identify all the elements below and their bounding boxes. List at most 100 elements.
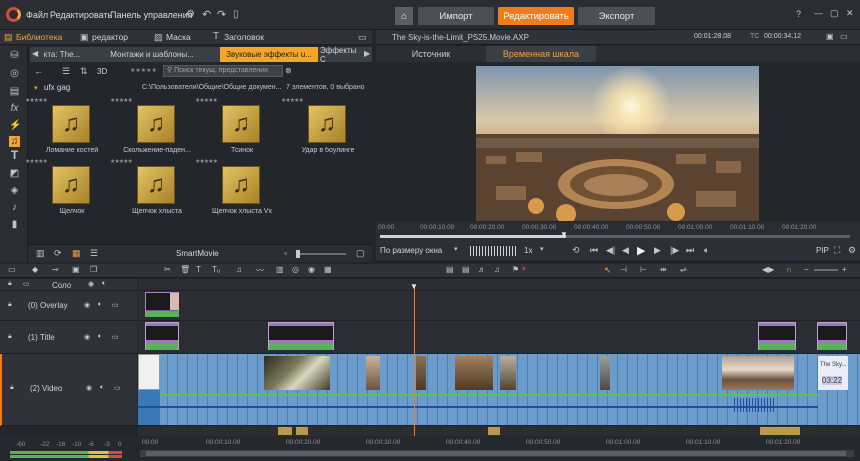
clip-thumbnail[interactable] xyxy=(416,356,426,390)
timeline-zoom-slider[interactable] xyxy=(814,269,838,271)
sound-item[interactable]: ★★★★★ ♫ Тсинок xyxy=(195,97,280,167)
fullscreen-preview-icon[interactable]: ⛶ xyxy=(834,245,840,256)
clip-thumbnail[interactable] xyxy=(500,356,516,390)
fit-timeline-icon[interactable]: ◀▶ xyxy=(762,265,774,274)
marker-block[interactable] xyxy=(488,427,500,435)
transitions-icon[interactable]: ⚡ xyxy=(9,120,21,131)
title-clip[interactable] xyxy=(758,322,796,350)
audio-tool-icon[interactable]: ♫ xyxy=(236,265,242,274)
speed-select[interactable]: 1x xyxy=(524,246,532,255)
rating-stars[interactable]: ★★★★★ xyxy=(281,97,304,104)
mode-import-button[interactable]: Импорт xyxy=(418,7,494,25)
overlay-icon[interactable]: ▦ xyxy=(324,265,332,274)
speed-icon[interactable]: ◉ xyxy=(308,265,315,274)
search-input[interactable]: ⚲ Поиск текущ. представления xyxy=(163,65,283,77)
eye-icon[interactable]: ◉ xyxy=(88,280,94,288)
eye-icon[interactable]: ◉ xyxy=(84,301,90,309)
marker-block[interactable] xyxy=(296,427,308,435)
grid-view-icon[interactable]: ▦ xyxy=(72,248,81,259)
waveform-icon[interactable]: 〰 xyxy=(256,265,264,276)
category-tab-sound-effects[interactable]: Звуковые эффекты u... xyxy=(220,47,318,62)
category-tab-montages[interactable]: Монтажи и шаблоны... xyxy=(86,47,218,62)
storyboard-icon[interactable]: ▣ xyxy=(72,265,80,274)
ruler-icon[interactable]: ▮ xyxy=(9,219,20,230)
rating-stars[interactable]: ★★★★★ xyxy=(110,158,133,165)
speaker-icon[interactable]: 🔈︎ xyxy=(100,384,104,392)
audio-duck-icon[interactable]: ♬ xyxy=(478,265,486,274)
collections-icon[interactable]: ▤ xyxy=(9,86,20,97)
track-name[interactable]: (0) Overlay xyxy=(28,301,68,310)
audio-icon[interactable]: ♪ xyxy=(9,202,20,213)
playhead-icon[interactable]: ▼ xyxy=(410,282,418,291)
close-icon[interactable]: ✕ xyxy=(846,8,854,19)
tab-source[interactable]: Источник xyxy=(376,46,486,62)
tab-editor[interactable]: редактор xyxy=(92,32,128,42)
video-preview[interactable] xyxy=(476,66,759,221)
rating-stars[interactable]: ★★★★★ xyxy=(195,97,218,104)
forward-icon[interactable]: ▶ xyxy=(654,245,661,256)
redo-icon[interactable]: ↷ xyxy=(217,8,226,21)
scrollbar-thumb[interactable] xyxy=(146,451,846,456)
folder-icon[interactable]: ▥ xyxy=(36,248,45,259)
eye-icon[interactable]: ◉ xyxy=(86,384,92,392)
track-toggle-icon[interactable]: ▭ xyxy=(23,280,30,288)
rating-stars[interactable]: ★★★★★ xyxy=(25,158,48,165)
track-name[interactable]: (2) Video xyxy=(30,384,62,393)
playhead-icon[interactable]: ▼ xyxy=(560,230,568,239)
menu-edit[interactable]: Редактировать xyxy=(50,10,112,20)
layers-icon[interactable]: ◈ xyxy=(9,185,20,196)
razor-icon[interactable]: ✂ xyxy=(164,265,171,274)
next-frame-icon[interactable]: |▶ xyxy=(670,245,679,256)
trim-icon[interactable]: ⊣ xyxy=(620,265,627,274)
view-3d-button[interactable]: 3D xyxy=(97,67,107,76)
sort-arrow-icon[interactable]: ▾ xyxy=(34,84,38,92)
lock-icon[interactable]: 🔒︎ xyxy=(8,301,12,309)
loop-icon[interactable]: ⟲ xyxy=(572,245,580,256)
snap-icon[interactable]: ⊸ xyxy=(52,265,59,274)
zoom-in-timeline-icon[interactable]: + xyxy=(842,265,847,274)
marker-flag-icon[interactable]: ⚑ xyxy=(512,265,519,274)
zoom-out-icon[interactable]: ▫ xyxy=(284,248,287,258)
speaker-icon[interactable]: 🔈︎ xyxy=(98,333,102,341)
montage-icon[interactable]: ◩ xyxy=(9,168,20,179)
monitor-icon[interactable]: ▭ xyxy=(112,333,119,341)
thumb-size-slider[interactable] xyxy=(296,250,346,258)
pip-button[interactable]: PIP xyxy=(816,246,829,255)
ripple-icon[interactable]: ⊢ xyxy=(640,265,647,274)
timeline-scrollbar[interactable] xyxy=(140,450,854,457)
category-tab-themes[interactable]: кта: The... xyxy=(40,47,84,62)
category-tab-effects[interactable]: Эффекты С xyxy=(320,46,364,64)
motion-icon[interactable]: ◎ xyxy=(292,265,299,274)
sound-item[interactable]: ★★★★★ ♫ Ломание костей xyxy=(25,97,110,167)
rating-filter-stars[interactable]: ★★★★★ xyxy=(130,67,157,74)
marker-block[interactable] xyxy=(760,427,800,435)
rating-stars[interactable]: ★★★★★ xyxy=(195,158,218,165)
detach-icon[interactable]: ▭ xyxy=(840,32,848,41)
clip-thumbnail[interactable] xyxy=(264,356,330,390)
rewind-icon[interactable]: ◀ xyxy=(622,245,629,256)
sync-icon[interactable]: ⟳ xyxy=(54,248,62,259)
chevron-down-icon[interactable]: ▾ xyxy=(540,245,544,253)
titles-icon[interactable]: T xyxy=(9,149,20,161)
solo-label[interactable]: Соло xyxy=(52,281,71,290)
clear-search-icon[interactable]: ⊗ xyxy=(285,66,292,75)
marker-block[interactable] xyxy=(278,427,292,435)
effects-icon[interactable]: fx xyxy=(9,103,20,114)
sound-item[interactable]: ★★★★★ ♫ Скольжение-паден... xyxy=(110,97,195,167)
list-view-icon[interactable]: ☰ xyxy=(62,66,70,77)
fit-dropdown[interactable]: По размеру окна xyxy=(380,246,442,255)
slip-icon[interactable]: ⇹ xyxy=(660,265,667,274)
back-icon[interactable]: ← xyxy=(34,66,43,76)
lock-icon[interactable]: 🔒︎ xyxy=(8,280,12,288)
scene-icon[interactable]: ▤ xyxy=(446,265,454,274)
clip-thumbnail[interactable] xyxy=(455,356,493,390)
projects-icon[interactable]: ◎ xyxy=(9,68,20,79)
help-icon[interactable]: ? xyxy=(796,9,801,19)
undo-icon[interactable]: ↶ xyxy=(202,8,211,21)
mixer-icon[interactable]: ▥ xyxy=(276,265,284,274)
home-icon[interactable]: ⌂ xyxy=(395,7,413,25)
minimize-icon[interactable]: — xyxy=(814,8,823,18)
tab-library[interactable]: Библиотека xyxy=(16,32,62,42)
lock-icon[interactable]: 🔒︎ xyxy=(10,384,14,392)
maximize-icon[interactable]: ▢ xyxy=(830,8,839,19)
